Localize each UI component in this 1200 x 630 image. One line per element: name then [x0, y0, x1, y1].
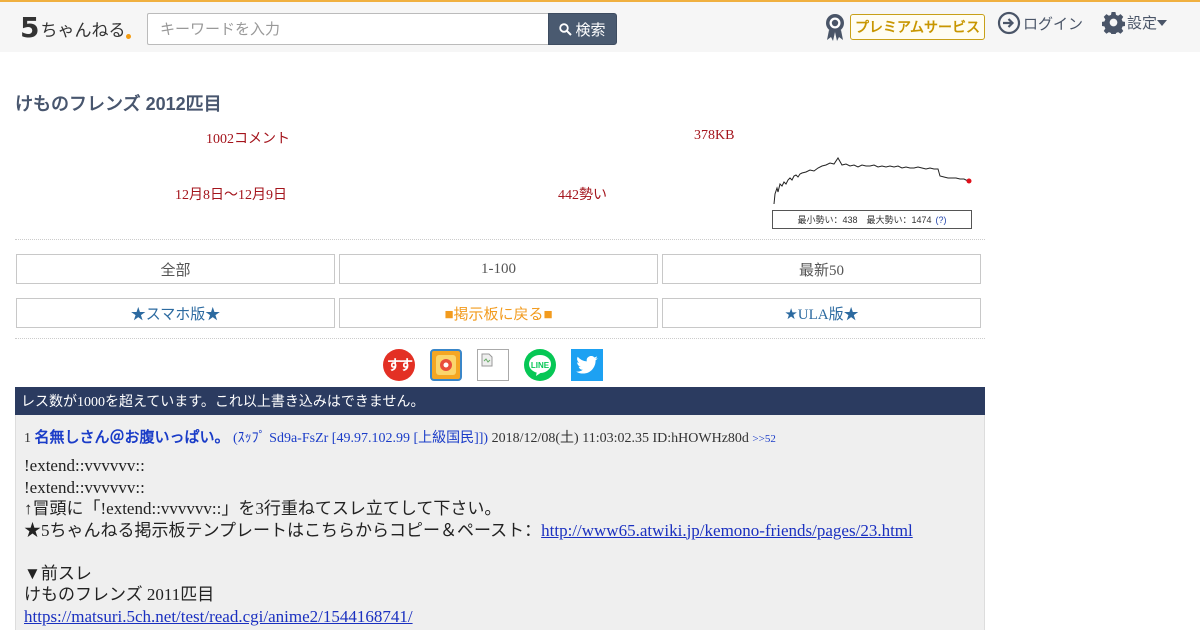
- speed-graph-caption: 最小勢い：438 最大勢い：1474 (?): [772, 210, 972, 229]
- post-line: ↑冒頭に「!extend::vvvvvv::」を3行重ねてスレ立てして下さい。: [24, 499, 502, 518]
- show-all-button[interactable]: 全部: [16, 254, 335, 284]
- login-label: ログイン: [1023, 15, 1084, 33]
- smartphone-version-button[interactable]: ★スマホ版★: [16, 298, 335, 328]
- site-logo[interactable]: 5 ちゃんねる: [20, 11, 132, 44]
- login-link[interactable]: ログイン: [997, 11, 1083, 35]
- post-line: !extend::vvvvvv::: [24, 477, 145, 497]
- logo-text: ちゃんねる: [40, 21, 126, 41]
- comment-count: 1002コメント: [206, 132, 290, 147]
- settings-label: 設定: [1127, 15, 1158, 32]
- line-icon-text: LINE: [530, 360, 550, 370]
- post-reply-ref[interactable]: >>52: [752, 433, 775, 445]
- post-line: ▼前スレ: [24, 563, 92, 583]
- post-id[interactable]: ID:hHOWHz80d: [652, 431, 748, 446]
- post-header: 1 名無しさん＠お腹いっぱい。 (ｽｯﾌﾟ Sd9a-FsZr [49.97.1…: [24, 426, 776, 447]
- top-header: 5 ちゃんねる 検索 プレミアムサービス ログイン 設: [0, 0, 1200, 52]
- thread-speed: 442勢い: [558, 188, 607, 203]
- login-icon: [997, 11, 1021, 35]
- gear-icon: [1102, 11, 1125, 34]
- ula-version-button[interactable]: ★ULA版★: [662, 298, 981, 328]
- premium-badge-icon: [826, 14, 844, 41]
- divider: [15, 239, 985, 240]
- search-icon: [559, 22, 573, 36]
- back-to-board-button[interactable]: ■掲示板に戻る■: [339, 298, 658, 328]
- post-line: https://matsuri.5ch.net/test/read.cgi/an…: [24, 606, 913, 628]
- divider: [15, 338, 985, 339]
- post-author-info: (ｽｯﾌﾟ Sd9a-FsZr [49.97.102.99 [上級国民]]): [233, 431, 489, 446]
- show-latest-button[interactable]: 最新50: [662, 254, 981, 284]
- matome-icon[interactable]: すす: [383, 349, 415, 381]
- speed-graph-line: [773, 157, 969, 205]
- post-line: ★5ちゃんねる掲示板テンプレートはこちらからコピー＆ペースト：http://ww…: [24, 520, 913, 542]
- twitter-icon[interactable]: [571, 349, 603, 381]
- app-glyph-icon: [436, 355, 456, 375]
- speed-range-text: 最小勢い：438 最大勢い：1474: [797, 215, 932, 225]
- post-body: !extend::vvvvvv:: !extend::vvvvvv:: ↑冒頭に…: [24, 455, 913, 627]
- broken-image-glyph-icon: [481, 353, 493, 367]
- date-range: 12月8日〜12月9日: [175, 188, 287, 203]
- line-icon[interactable]: LINE: [524, 349, 556, 381]
- broken-image-icon[interactable]: [477, 349, 509, 381]
- search-button-label: 検索: [575, 21, 606, 39]
- post-author-name: 名無しさん＠お腹いっぱい。: [34, 429, 230, 446]
- previous-thread-link[interactable]: https://matsuri.5ch.net/test/read.cgi/an…: [24, 607, 413, 626]
- thread-title: けものフレンズ 2012匹目: [15, 94, 222, 114]
- logo-dot-icon: [126, 34, 132, 39]
- thread-size: 378KB: [694, 128, 735, 143]
- app-icon[interactable]: [430, 349, 462, 381]
- search-input[interactable]: [147, 13, 549, 45]
- logo-number: 5: [20, 11, 40, 44]
- template-text: ★5ちゃんねる掲示板テンプレートはこちらからコピー＆ペースト：: [24, 520, 542, 540]
- show-range-button[interactable]: 1-100: [339, 254, 658, 284]
- speed-graph-endpoint: [966, 178, 972, 184]
- post-line: !extend::vvvvvv::: [24, 456, 145, 475]
- premium-service-link[interactable]: プレミアムサービス: [822, 12, 986, 42]
- template-link[interactable]: http://www65.atwiki.jp/kemono-friends/pa…: [541, 521, 913, 540]
- twitter-bird-icon: [576, 356, 598, 374]
- speed-graph: [772, 156, 972, 206]
- post-1: 1 名無しさん＠お腹いっぱい。 (ｽｯﾌﾟ Sd9a-FsZr [49.97.1…: [15, 415, 985, 630]
- post-date: 2018/12/08(土) 11:03:02.35: [491, 431, 649, 446]
- closed-thread-banner: レス数が1000を超えています。これ以上書き込みはできません。: [15, 387, 985, 415]
- settings-menu[interactable]: 設定: [1102, 11, 1169, 34]
- post-line: けものフレンズ 2011匹目: [24, 585, 215, 604]
- matome-icon-text: すす: [387, 357, 413, 373]
- search-button[interactable]: 検索: [548, 13, 617, 45]
- premium-service-label: プレミアムサービス: [850, 14, 986, 40]
- post-number[interactable]: 1: [24, 431, 31, 446]
- speed-help-link[interactable]: (?): [936, 215, 947, 225]
- chevron-down-icon: [1157, 19, 1168, 26]
